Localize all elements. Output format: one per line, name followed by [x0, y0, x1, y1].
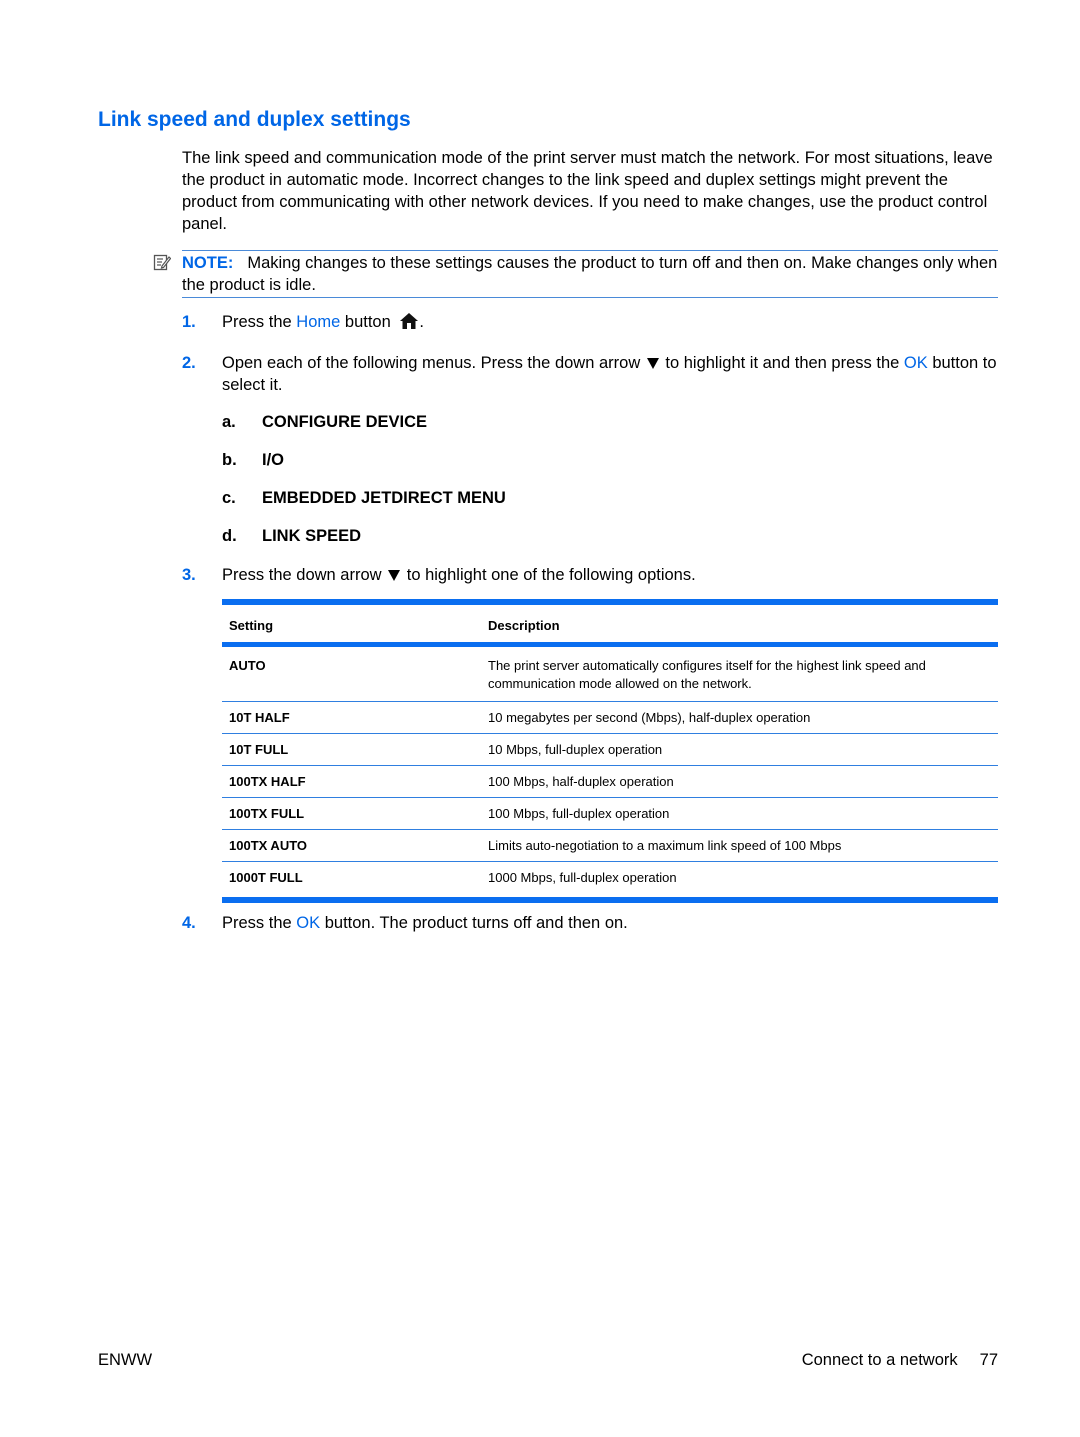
setting-cell: 100TX FULL: [222, 797, 481, 830]
substep-a: a. CONFIGURE DEVICE: [222, 411, 427, 433]
description-cell: 10 Mbps, full-duplex operation: [481, 733, 998, 766]
step-number: 3.: [182, 566, 196, 584]
setting-cell: 100TX HALF: [222, 765, 481, 798]
setting-cell: 100TX AUTO: [222, 829, 481, 862]
down-arrow-icon: [646, 358, 659, 369]
note-text: Making changes to these settings causes …: [182, 254, 998, 294]
table-row: 100TX HALF 100 Mbps, half-duplex operati…: [222, 765, 998, 798]
step-2: 2. Open each of the following menus. Pre…: [182, 352, 1002, 396]
description-cell: 100 Mbps, full-duplex operation: [481, 797, 998, 830]
section-title: Link speed and duplex settings: [98, 108, 411, 131]
description-cell: 100 Mbps, half-duplex operation: [481, 765, 998, 798]
step-text: Press the down arrow: [222, 566, 387, 584]
step-3: 3. Press the down arrow to highlight one…: [182, 564, 1002, 586]
table-row: 10T HALF 10 megabytes per second (Mbps),…: [222, 701, 998, 734]
description-cell: 1000 Mbps, full-duplex operation: [481, 861, 998, 903]
header-description: Description: [481, 599, 998, 647]
step-number: 2.: [182, 354, 196, 372]
note-icon: [153, 254, 171, 271]
table-row: 1000T FULL 1000 Mbps, full-duplex operat…: [222, 861, 998, 903]
substep-letter: d.: [222, 527, 237, 545]
home-link[interactable]: Home: [296, 313, 340, 331]
step-text: Press the: [222, 914, 297, 932]
table-header-row: Setting Description: [222, 599, 998, 647]
setting-cell: AUTO: [222, 644, 481, 702]
home-icon: [400, 313, 419, 329]
menu-name: I/O: [262, 451, 285, 469]
substep-b: b. I/O: [222, 449, 284, 471]
substep-letter: a.: [222, 413, 236, 431]
table-row: 100TX AUTO Limits auto-negotiation to a …: [222, 829, 998, 862]
menu-name: CONFIGURE DEVICE: [262, 413, 428, 431]
step-text: button: [340, 313, 391, 331]
step-text: to highlight it and then press the: [660, 354, 904, 372]
link-speed-table: Setting Description AUTO The print serve…: [222, 599, 998, 903]
intro-paragraph: The link speed and communication mode of…: [182, 149, 993, 233]
substep-c: c. EMBEDDED JETDIRECT MENU: [222, 487, 506, 509]
setting-cell: 10T HALF: [222, 701, 481, 734]
step-4: 4. Press the OK button. The product turn…: [182, 912, 1002, 934]
step-1: 1. Press the Home button .: [182, 311, 1002, 333]
down-arrow-icon: [388, 570, 401, 581]
substep-letter: c.: [222, 489, 236, 507]
step-text: Press the: [222, 313, 297, 331]
step-text: .: [419, 313, 424, 331]
note-box: NOTE: Making changes to these settings ca…: [182, 250, 998, 298]
step-text: button. The product turns off and then o…: [320, 914, 628, 932]
step-number: 4.: [182, 914, 196, 932]
description-cell: 10 megabytes per second (Mbps), half-dup…: [481, 701, 998, 734]
page-number: 77: [979, 1351, 998, 1369]
menu-name: LINK SPEED: [262, 527, 362, 545]
header-setting: Setting: [222, 599, 481, 647]
substep-d: d. LINK SPEED: [222, 525, 361, 547]
footer-locale: ENWW: [98, 1351, 153, 1369]
table-row: 100TX FULL 100 Mbps, full-duplex operati…: [222, 797, 998, 830]
note-label: NOTE:: [182, 254, 234, 272]
setting-cell: 10T FULL: [222, 733, 481, 766]
setting-cell: 1000T FULL: [222, 861, 481, 903]
menu-name: EMBEDDED JETDIRECT MENU: [262, 489, 506, 507]
description-cell: The print server automatically configure…: [481, 644, 998, 702]
step-text: Open each of the following menus. Press …: [222, 354, 645, 372]
description-cell: Limits auto-negotiation to a maximum lin…: [481, 829, 998, 862]
table-row: AUTO The print server automatically conf…: [222, 644, 998, 702]
step-number: 1.: [182, 313, 196, 331]
step-text: to highlight one of the following option…: [402, 566, 696, 584]
footer-chapter: Connect to a network 77: [802, 1351, 998, 1370]
chapter-title: Connect to a network: [801, 1351, 958, 1369]
ok-link[interactable]: OK: [296, 914, 320, 932]
substep-letter: b.: [222, 451, 237, 469]
ok-link[interactable]: OK: [904, 354, 928, 372]
table-row: 10T FULL 10 Mbps, full-duplex operation: [222, 733, 998, 766]
